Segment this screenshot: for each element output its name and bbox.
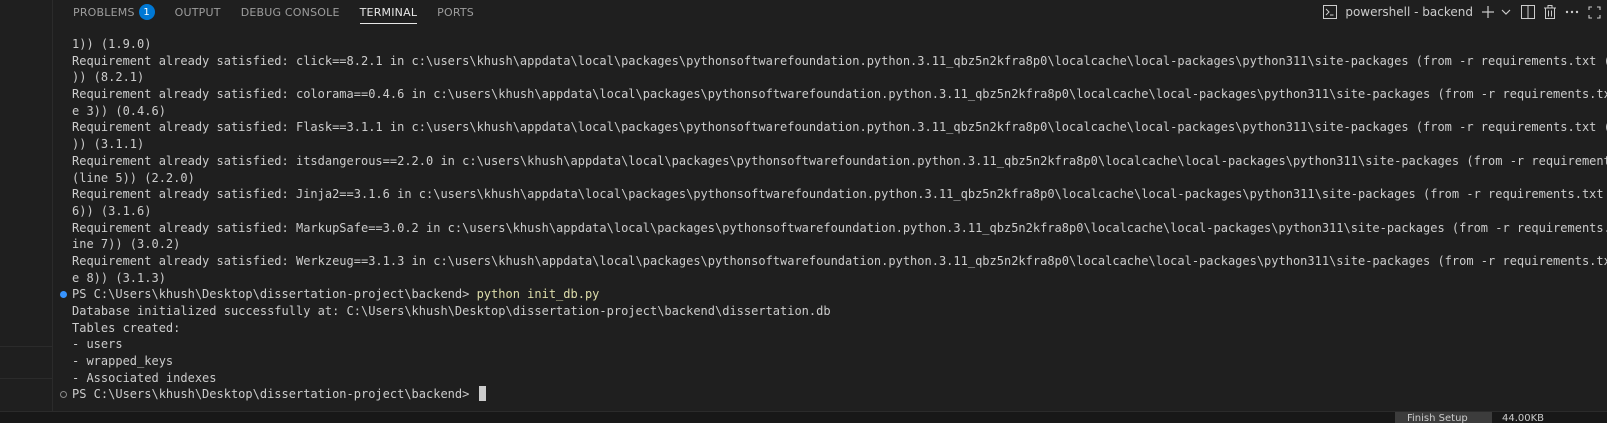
command-pending-decoration[interactable] [60, 390, 67, 398]
left-gutter [0, 0, 53, 412]
terminal-prompt-line: PS C:\Users\khush\Desktop\dissertation-p… [53, 386, 1607, 403]
terminal-output-line: ine 7)) (3.0.2) [53, 236, 1607, 253]
terminal-name: powershell - backend [1345, 5, 1473, 19]
output-text: Requirement already satisfied: Jinja2==3… [72, 187, 1607, 202]
terminal-output-line: e 3)) (0.4.6) [53, 103, 1607, 120]
output-text: Requirement already satisfied: itsdanger… [72, 153, 1607, 168]
terminal-output-line: Requirement already satisfied: Flask==3.… [53, 119, 1607, 136]
gutter-divider [0, 378, 52, 379]
terminal-output-line: Requirement already satisfied: MarkupSaf… [53, 220, 1607, 237]
file-size-indicator[interactable]: 44.00KB [1502, 412, 1544, 423]
output-text: Tables created: [72, 320, 181, 335]
tab-ports[interactable]: PORTS [437, 0, 474, 24]
command-text: python init_db.py [476, 287, 600, 302]
terminal-icon [1319, 1, 1341, 23]
trash-icon[interactable] [1539, 1, 1561, 23]
tab-label: TERMINAL [359, 5, 418, 19]
tab-label: PORTS [437, 5, 474, 19]
output-text: Requirement already satisfied: colorama=… [72, 87, 1607, 102]
terminal-output-line: Requirement already satisfied: Jinja2==3… [53, 186, 1607, 203]
tab-problems[interactable]: PROBLEMS 1 [73, 0, 155, 24]
terminal-output-line: - wrapped_keys [53, 353, 1607, 370]
output-text: - Associated indexes [72, 370, 217, 385]
more-actions-icon[interactable] [1561, 1, 1583, 23]
terminal-output-line: - users [53, 336, 1607, 353]
command-success-decoration[interactable] [60, 290, 67, 298]
terminal-selector[interactable]: powershell - backend [1319, 1, 1477, 23]
tab-label: DEBUG CONSOLE [240, 5, 340, 19]
tab-debug-console[interactable]: DEBUG CONSOLE [241, 0, 340, 24]
output-text: 6)) (3.1.6) [72, 203, 152, 218]
output-text: Requirement already satisfied: Werkzeug=… [72, 253, 1607, 268]
terminal-output-line: - Associated indexes [53, 370, 1607, 387]
output-text: ine 7)) (3.0.2) [72, 237, 181, 252]
terminal-output-line: e 8)) (3.1.3) [53, 270, 1607, 287]
output-text: (line 5)) (2.2.0) [72, 170, 195, 185]
terminal-output-line: Database initialized successfully at: C:… [53, 303, 1607, 320]
terminal-output-line: 1)) (1.9.0) [53, 36, 1607, 53]
output-text: Database initialized successfully at: C:… [72, 304, 831, 318]
terminal-output[interactable]: 1)) (1.9.0) Requirement already satisfied… [53, 36, 1607, 412]
status-bar: Finish Setup 44.00KB [0, 411, 1607, 423]
terminal-output-line: Requirement already satisfied: colorama=… [53, 86, 1607, 103]
terminal-output-line: Requirement already satisfied: itsdanger… [53, 153, 1607, 170]
tab-label: PROBLEMS [73, 5, 135, 19]
output-text: - wrapped_keys [72, 354, 174, 369]
output-text: Requirement already satisfied: MarkupSaf… [72, 220, 1607, 235]
tab-terminal[interactable]: TERMINAL [359, 0, 418, 24]
terminal-output-line: (line 5)) (2.2.0) [53, 170, 1607, 187]
tab-label: OUTPUT [174, 5, 221, 19]
problems-count-badge: 1 [138, 4, 155, 20]
terminal-output-line: Requirement already satisfied: Werkzeug=… [53, 253, 1607, 270]
output-text: Requirement already satisfied: click==8.… [72, 53, 1607, 68]
terminal-output-line: Requirement already satisfied: click==8.… [53, 53, 1607, 70]
output-text: )) (8.2.1) [72, 70, 145, 85]
output-text: 1)) (1.9.0) [72, 37, 152, 51]
maximize-panel-icon[interactable] [1583, 1, 1605, 23]
terminal-output-line: )) (8.2.1) [53, 69, 1607, 86]
terminal-output-line: 6)) (3.1.6) [53, 203, 1607, 220]
terminal-output-line: )) (3.1.1) [53, 136, 1607, 153]
split-terminal-icon[interactable] [1517, 1, 1539, 23]
output-text: )) (3.1.1) [72, 137, 145, 152]
tab-output[interactable]: OUTPUT [175, 0, 221, 24]
finish-setup-label: Finish Setup [1407, 413, 1468, 423]
terminal-cursor [478, 386, 486, 402]
chevron-down-icon[interactable] [1499, 1, 1513, 23]
gutter-divider [0, 346, 52, 347]
terminal-output-line: Tables created: [53, 320, 1607, 337]
output-text: Requirement already satisfied: Flask==3.… [72, 120, 1607, 135]
output-text: e 8)) (3.1.3) [72, 270, 166, 285]
prompt-text: PS C:\Users\khush\Desktop\dissertation-p… [72, 287, 477, 302]
prompt-text: PS C:\Users\khush\Desktop\dissertation-p… [72, 387, 477, 402]
terminal-prompt-line: PS C:\Users\khush\Desktop\dissertation-p… [53, 286, 1607, 303]
output-text: - users [72, 337, 123, 352]
finish-setup-status[interactable]: Finish Setup [1395, 412, 1492, 423]
plus-icon[interactable] [1477, 1, 1499, 23]
output-text: e 3)) (0.4.6) [72, 103, 166, 118]
terminal-toolbar: powershell - backend [1319, 0, 1605, 24]
